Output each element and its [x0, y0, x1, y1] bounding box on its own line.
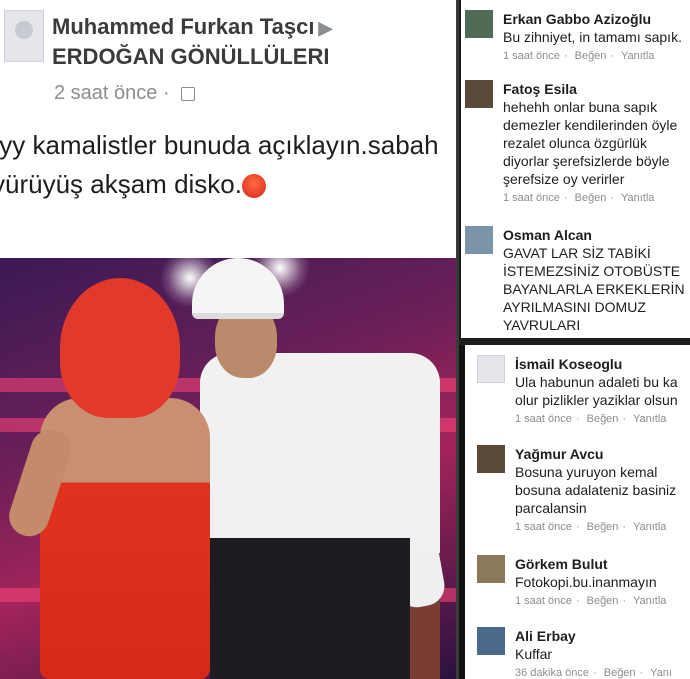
comment-time: 1 saat önce [515, 413, 572, 425]
post-text-body: ıyy kamalistler bunuda açıklayın.sabah y… [0, 130, 439, 199]
man-shirt [200, 353, 440, 553]
like-link[interactable]: Beğen [587, 595, 619, 607]
comment-time: 36 dakika önce [515, 667, 589, 679]
commenter-avatar[interactable] [477, 555, 505, 583]
commenter-avatar[interactable] [477, 445, 505, 473]
like-link[interactable]: Beğen [604, 667, 636, 679]
comment-meta: 1 saat önce · Beğen · Yanıtla [515, 521, 667, 533]
post-author-name[interactable]: Muhammed Furkan Taşcı [52, 14, 314, 39]
comment-meta: 1 saat önce · Beğen · Yanıtla [503, 192, 655, 204]
post-photo[interactable] [0, 258, 456, 679]
like-link[interactable]: Beğen [575, 192, 607, 204]
like-link[interactable]: Beğen [575, 50, 607, 62]
comment-meta: 1 saat önce · Beğen · Yanıtla [503, 50, 655, 62]
post-time-text[interactable]: 2 saat önce [54, 82, 157, 104]
commenter-name[interactable]: Ali Erbay [515, 627, 690, 645]
commenter-name[interactable]: İsmail Koseoglu [515, 355, 690, 373]
reply-link[interactable]: Yanı [650, 667, 672, 679]
screenshot-gap [459, 338, 690, 345]
commenter-name[interactable]: Görkem Bulut [515, 555, 690, 573]
reply-link[interactable]: Yanıtla [621, 50, 654, 62]
commenter-avatar[interactable] [465, 80, 493, 108]
commenter-name[interactable]: Yağmur Avcu [515, 445, 690, 463]
comment-text: Bosuna yuruyon kemal bosuna adalateniz b… [515, 464, 677, 516]
comment-time: 1 saat önce [515, 595, 572, 607]
post-timestamp: 2 saat önce · [54, 82, 196, 105]
facebook-post: Muhammed Furkan Taşcı ▶ ERDOĞAN GÖNÜLLÜLE… [0, 0, 456, 679]
globe-icon [181, 86, 196, 101]
comment-meta: 1 saat önce · Beğen · Yanıtla [515, 413, 667, 425]
singer-hair [60, 278, 180, 418]
triangle-right-icon: ▶ [318, 18, 333, 38]
comment-time: 1 saat önce [515, 521, 572, 533]
comment-text: Bu zihniyet, in tamamı sapık. [503, 29, 682, 45]
commenter-name[interactable]: Fatoş Esila [503, 80, 690, 98]
post-text: ıyy kamalistler bunuda açıklayın.sabah y… [0, 126, 456, 204]
comment-time: 1 saat önce [503, 50, 560, 62]
reply-link[interactable]: Yanıtla [621, 192, 654, 204]
comment-meta: 36 dakika önce · Beğen · Yanı [515, 667, 672, 679]
like-link[interactable]: Beğen [587, 413, 619, 425]
comments-panel-top: Erkan Gabbo Azizoğlu Bu zihniyet, in tam… [459, 0, 690, 338]
reply-link[interactable]: Yanıtla [633, 521, 666, 533]
commenter-name[interactable]: Erkan Gabbo Azizoğlu [503, 10, 690, 28]
author-avatar[interactable] [4, 10, 44, 62]
angry-face-icon [241, 174, 266, 199]
comment-text: Kuffar [515, 646, 553, 662]
like-link[interactable]: Beğen [587, 521, 619, 533]
reply-link[interactable]: Yanıtla [633, 413, 666, 425]
comment-text: Ula habunun adaleti bu ka olur pizlikler… [515, 374, 678, 408]
comments-panel-bottom: İsmail Koseoglu Ula habunun adaleti bu k… [459, 345, 690, 679]
post-group-name[interactable]: ERDOĞAN GÖNÜLLÜLERI [52, 44, 329, 70]
reply-link[interactable]: Yanıtla [633, 595, 666, 607]
commenter-avatar[interactable] [477, 627, 505, 655]
comment-text: GAVAT LAR SİZ TABİKİ İSTEMEZSİNİZ OTOBÜS… [503, 245, 685, 333]
comment-meta: 1 saat önce · Beğen · Yanıtla [515, 595, 667, 607]
commenter-avatar[interactable] [465, 226, 493, 254]
comment-text: hehehh onlar buna sapık demezler kendile… [503, 99, 678, 187]
comment-time: 1 saat önce [503, 192, 560, 204]
man-pants [210, 538, 410, 679]
post-author[interactable]: Muhammed Furkan Taşcı ▶ [52, 14, 332, 40]
commenter-name[interactable]: Osman Alcan [503, 226, 690, 244]
commenter-avatar[interactable] [465, 10, 493, 38]
comment-text: Fotokopi.bu.inanmayın [515, 574, 657, 590]
commenter-avatar[interactable] [477, 355, 505, 383]
